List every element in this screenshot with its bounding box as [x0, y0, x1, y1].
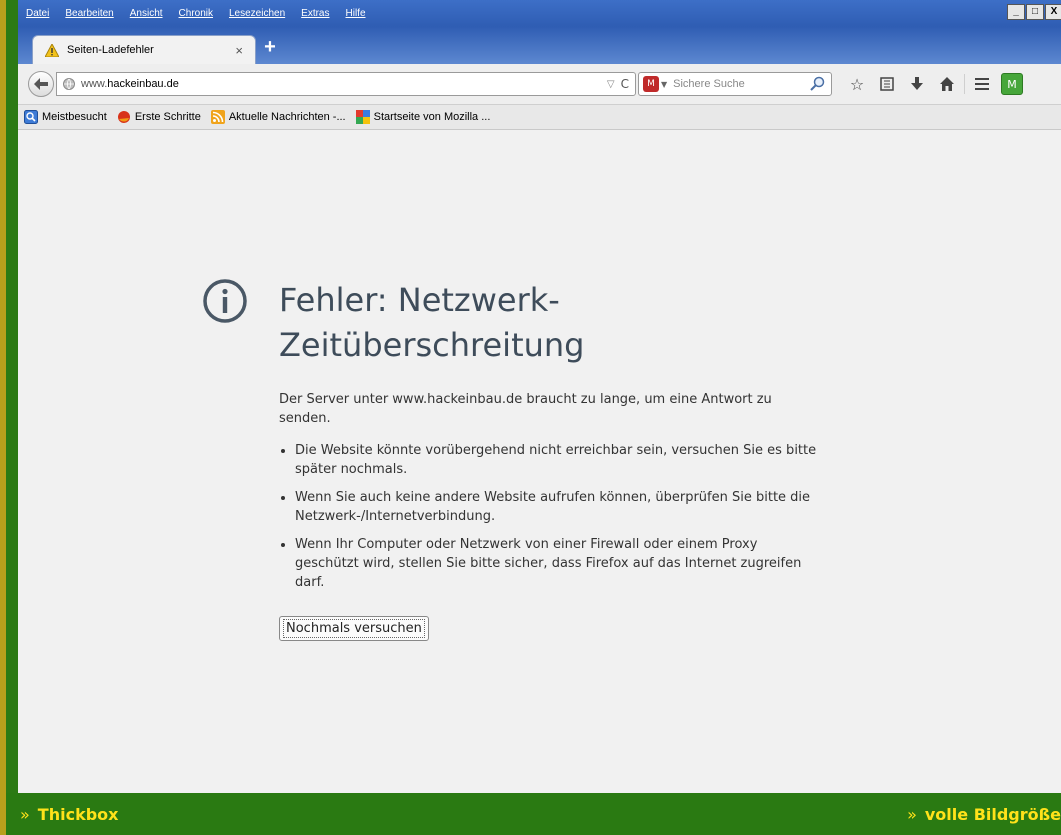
warning-icon: [45, 43, 59, 57]
retry-button-label: Nochmals versuchen: [283, 619, 425, 638]
full-size-link[interactable]: » volle Bildgröße: [907, 805, 1061, 824]
search-input[interactable]: Sichere Suche: [673, 78, 809, 90]
tab-close-icon[interactable]: ×: [235, 43, 243, 58]
bookmark-label: Erste Schritte: [134, 111, 201, 123]
reload-icon[interactable]: C: [621, 77, 629, 91]
outer-frame-stripe: [6, 0, 18, 835]
arrow-icon: »: [20, 804, 30, 824]
maximize-button[interactable]: □: [1026, 4, 1044, 20]
menu-bearbeiten[interactable]: Bearbeiten: [57, 6, 121, 22]
tab-active[interactable]: Seiten-Ladefehler ×: [32, 35, 256, 64]
hamburger-menu-icon[interactable]: [967, 74, 997, 94]
rss-icon: [210, 110, 225, 124]
tab-title: Seiten-Ladefehler: [67, 44, 154, 56]
bookmarks-toolbar: Meistbesucht Erste Schritte Aktuelle Nac…: [18, 105, 1061, 130]
bookmark-star-icon[interactable]: ☆: [842, 74, 872, 94]
info-icon: [203, 279, 247, 323]
search-bar[interactable]: M ▼ Sichere Suche: [638, 72, 832, 96]
menu-hilfe[interactable]: Hilfe: [338, 6, 374, 22]
menu-ansicht[interactable]: Ansicht: [122, 6, 171, 22]
bookmark-first-steps[interactable]: Erste Schritte: [117, 110, 201, 124]
download-icon[interactable]: [902, 74, 932, 94]
addon-shield-icon: M: [1001, 73, 1023, 95]
menu-chronik[interactable]: Chronik: [171, 6, 221, 22]
error-suggestions: Die Website könnte vorübergehend nicht e…: [279, 441, 825, 601]
toolbar-separator: [964, 74, 965, 94]
globe-icon: [63, 78, 75, 90]
bookmark-mozilla-home[interactable]: Startseite von Mozilla ...: [355, 110, 491, 124]
minimize-button[interactable]: _: [1007, 4, 1025, 20]
bookmark-news[interactable]: Aktuelle Nachrichten -...: [210, 110, 346, 124]
thickbox-link[interactable]: » Thickbox: [20, 805, 118, 824]
error-title: Fehler: Netzwerk-Zeitüberschreitung: [279, 281, 585, 364]
back-arrow-icon: [34, 78, 48, 90]
home-icon[interactable]: [932, 74, 962, 94]
close-window-button[interactable]: X: [1045, 4, 1061, 20]
url-text[interactable]: www.hackeinbau.de: [81, 78, 607, 90]
list-item: Wenn Ihr Computer oder Netzwerk von eine…: [295, 535, 825, 592]
firefox-icon: [117, 110, 131, 124]
error-description: Der Server unter www.hackeinbau.de brauc…: [279, 392, 772, 426]
new-tab-button[interactable]: +: [262, 37, 278, 59]
most-visited-icon: [24, 110, 38, 124]
window-controls: _ □ X: [1007, 4, 1061, 20]
retry-button[interactable]: Nochmals versuchen: [279, 616, 429, 641]
full-size-label: volle Bildgröße: [924, 804, 1061, 824]
list-item: Die Website könnte vorübergehend nicht e…: [295, 441, 825, 479]
thickbox-label: Thickbox: [37, 804, 119, 824]
back-button[interactable]: [28, 71, 54, 97]
toolbar-icons: ☆ M: [842, 73, 1027, 95]
title-bar: Datei Bearbeiten Ansicht Chronik Lesezei…: [18, 0, 1061, 66]
url-domain: hackeinbau.de: [107, 78, 179, 90]
url-prefix: www.: [81, 78, 108, 90]
search-icon[interactable]: [809, 76, 825, 92]
mozilla-icon: [355, 110, 370, 124]
bookmark-label: Meistbesucht: [42, 111, 107, 123]
menu-lesezeichen[interactable]: Lesezeichen: [221, 6, 293, 22]
menu-extras[interactable]: Extras: [293, 6, 337, 22]
url-history-dropdown-icon[interactable]: ▽: [607, 79, 615, 90]
bookmark-most-visited[interactable]: Meistbesucht: [24, 110, 107, 124]
arrow-icon: »: [907, 804, 917, 824]
list-item: Wenn Sie auch keine andere Website aufru…: [295, 488, 825, 526]
search-engine-dropdown-icon[interactable]: ▼: [661, 80, 667, 89]
mcafee-shield-icon[interactable]: M: [643, 76, 659, 92]
browser-window: Datei Bearbeiten Ansicht Chronik Lesezei…: [18, 0, 1061, 793]
gallery-bottom-bar: » Thickbox » volle Bildgröße: [6, 793, 1061, 835]
menu-bar: Datei Bearbeiten Ansicht Chronik Lesezei…: [18, 6, 374, 22]
bookmark-label: Aktuelle Nachrichten -...: [228, 111, 346, 123]
url-bar[interactable]: www.hackeinbau.de ▽ C: [56, 72, 636, 96]
navigation-toolbar: www.hackeinbau.de ▽ C M ▼ Sichere Suche …: [18, 64, 1061, 105]
addon-button[interactable]: M: [997, 73, 1027, 95]
menu-datei[interactable]: Datei: [18, 6, 57, 22]
bookmark-label: Startseite von Mozilla ...: [373, 111, 491, 123]
bookmarks-menu-icon[interactable]: [872, 74, 902, 94]
page-content: Fehler: Netzwerk-Zeitüberschreitung Der …: [18, 130, 1061, 793]
